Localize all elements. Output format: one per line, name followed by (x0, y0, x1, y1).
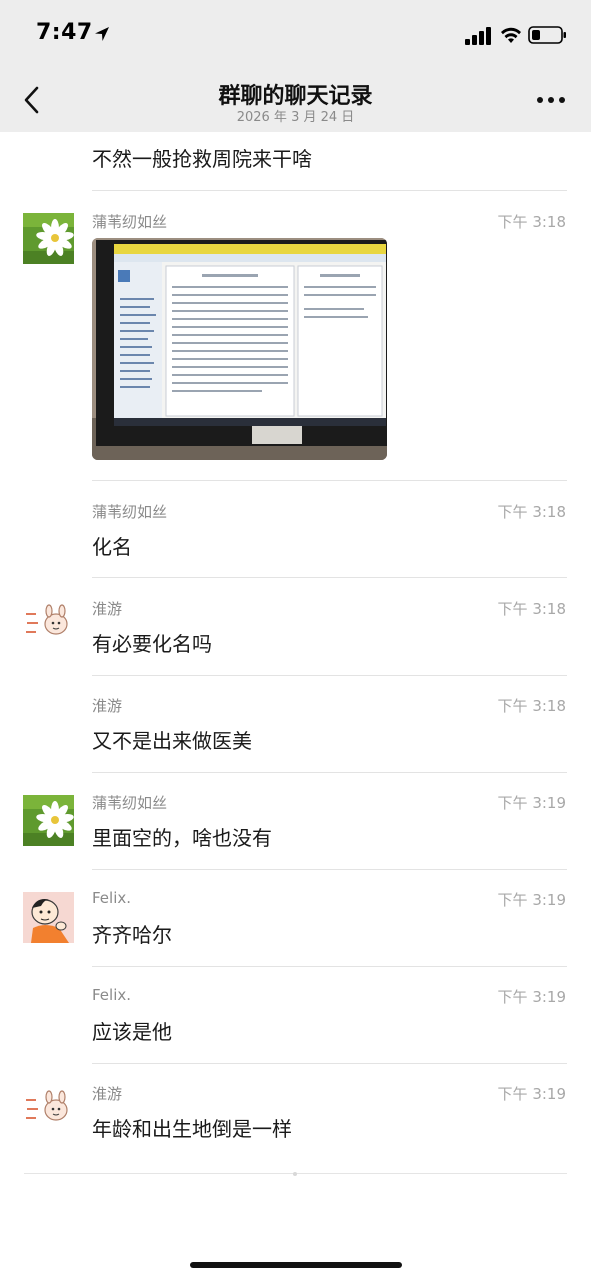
image-message[interactable] (92, 238, 387, 460)
message-time: 下午 3:18 (497, 600, 566, 618)
home-indicator[interactable] (190, 1262, 402, 1268)
daisy-avatar[interactable] (23, 213, 74, 264)
message-text: 里面空的，啥也没有 (92, 826, 272, 850)
message-time: 下午 3:19 (497, 891, 566, 909)
sender-name: 淮游 (92, 600, 123, 618)
more-options-icon[interactable] (536, 95, 566, 105)
cartoon-sketch-avatar[interactable] (23, 600, 74, 651)
divider (92, 190, 567, 191)
message-time: 下午 3:19 (497, 1085, 566, 1103)
message-time: 下午 3:19 (497, 794, 566, 812)
page-subtitle-date: 2026 年 3 月 24 日 (236, 110, 355, 125)
divider (92, 869, 567, 870)
cartoon-boy-avatar[interactable] (23, 892, 74, 943)
divider (92, 577, 567, 578)
message-text: 年龄和出生地倒是一样 (92, 1117, 292, 1141)
cell-signal-icon (465, 27, 491, 45)
message-time: 下午 3:18 (497, 503, 566, 521)
divider (92, 1063, 567, 1064)
message-text: 化名 (92, 535, 132, 559)
sender-name: 蒲苇纫如丝 (92, 503, 168, 521)
message-time: 下午 3:18 (497, 697, 566, 715)
daisy-avatar[interactable] (23, 795, 74, 846)
divider (92, 772, 567, 773)
wifi-icon (501, 27, 521, 43)
divider (92, 675, 567, 676)
message-text: 又不是出来做医美 (92, 729, 252, 753)
cartoon-sketch-avatar[interactable] (23, 1086, 74, 1137)
sender-name: Felix. (92, 889, 132, 907)
message-time: 下午 3:18 (497, 213, 566, 231)
sender-name: 蒲苇纫如丝 (92, 794, 168, 812)
message-text: 有必要化名吗 (92, 632, 212, 656)
sender-name: 蒲苇纫如丝 (92, 213, 168, 231)
battery-icon (528, 26, 566, 44)
status-time: 7:47 (36, 20, 93, 45)
sender-name: 淮游 (92, 1085, 123, 1103)
sender-name: 淮游 (92, 697, 123, 715)
divider (92, 480, 567, 481)
message-text: 应该是他 (92, 1020, 172, 1044)
divider (92, 966, 567, 967)
end-dot (293, 1172, 297, 1176)
message-text: 齐齐哈尔 (92, 923, 172, 947)
message-text: 不然一般抢救周院来干啥 (92, 147, 312, 171)
message-time: 下午 3:19 (497, 988, 566, 1006)
location-arrow-icon (95, 27, 109, 41)
sender-name: Felix. (92, 986, 132, 1004)
